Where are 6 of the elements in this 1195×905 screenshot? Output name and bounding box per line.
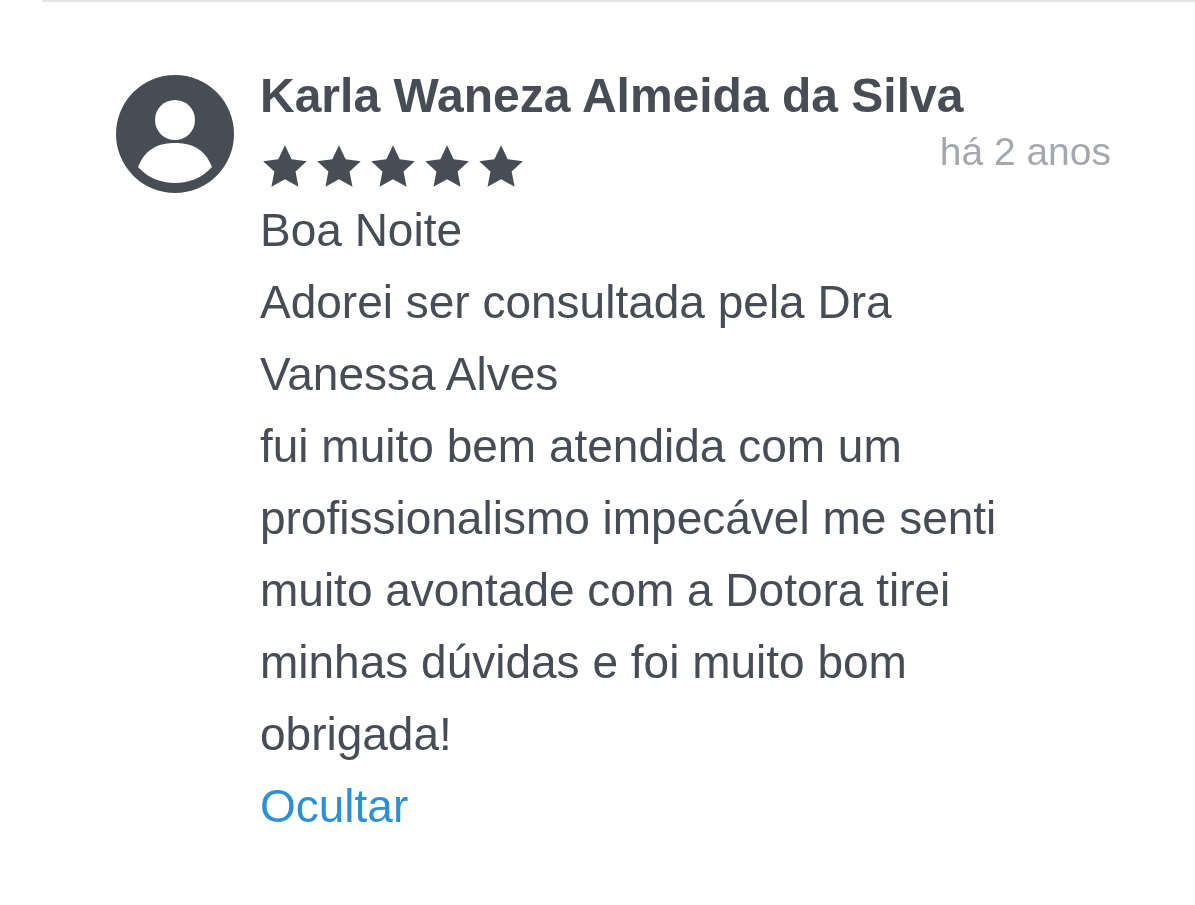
review-text: Boa Noite xyxy=(260,203,463,258)
avatar-icon xyxy=(116,75,234,193)
review-text: fui muito bem atendida com um profissionalismo impecável me senti muito avontade com a Dotora tirei minhas dúvidas e foi muito bom obrigada! xyxy=(260,419,998,762)
review-time: há 2 anos xyxy=(939,130,1111,174)
hide-link[interactable]: Ocultar xyxy=(260,770,409,842)
reviewer-name: Karla Waneza Almeida da Silva xyxy=(260,70,965,122)
